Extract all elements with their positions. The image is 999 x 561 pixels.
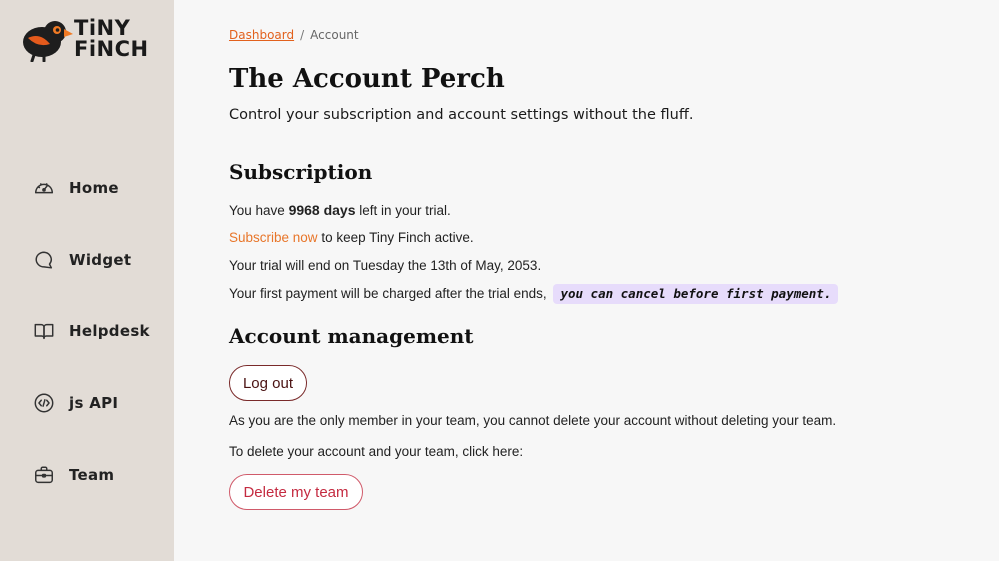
subscription-heading: Subscription — [229, 160, 373, 184]
account-management-heading: Account management — [229, 324, 474, 348]
sidebar-item-home[interactable]: Home — [33, 176, 119, 200]
payment-note: Your first payment will be charged after… — [229, 286, 547, 301]
cancel-highlight-badge: you can cancel before first payment. — [553, 284, 839, 304]
brand-name-line2: FiNCH — [74, 37, 149, 61]
open-book-icon — [34, 323, 54, 340]
breadcrumb-current: Account — [310, 28, 359, 42]
trial-days: 9968 days — [288, 202, 356, 218]
sidebar-item-js-api[interactable]: js API — [33, 391, 118, 415]
trial-end-text: Your trial will end on Tuesday the 13th … — [229, 258, 542, 273]
delete-prompt: To delete your account and your team, cl… — [229, 444, 524, 459]
sidebar-item-label: Widget — [69, 251, 132, 269]
breadcrumb-separator: / — [300, 28, 305, 42]
page-title: The Account Perch — [229, 64, 505, 94]
brand-logo[interactable]: TiNY FiNCH — [20, 16, 160, 64]
only-member-note: As you are the only member in your team,… — [229, 413, 837, 428]
delete-team-button[interactable]: Delete my team — [229, 474, 363, 510]
sidebar-item-label: Home — [69, 179, 119, 197]
payment-text: Your first payment will be charged after… — [229, 284, 839, 304]
breadcrumb: Dashboard / Account — [229, 28, 359, 42]
sidebar-item-label: Helpdesk — [69, 322, 150, 340]
subscribe-now-link[interactable]: Subscribe now — [229, 230, 318, 245]
dashboard-gauge-icon — [35, 183, 53, 194]
subscribe-text: Subscribe now to keep Tiny Finch active. — [229, 230, 474, 245]
chat-bubble-icon — [35, 251, 53, 269]
breadcrumb-link-dashboard[interactable]: Dashboard — [229, 28, 294, 42]
sidebar-item-helpdesk[interactable]: Helpdesk — [33, 319, 150, 343]
page-subtitle: Control your subscription and account se… — [229, 107, 694, 123]
finch-bird-icon — [23, 21, 73, 62]
trial-remaining-text: You have 9968 days left in your trial. — [229, 202, 451, 218]
brand-wordmark: TiNY FiNCH — [74, 18, 149, 60]
sidebar-item-label: js API — [69, 394, 119, 412]
trial-prefix: You have — [229, 203, 289, 218]
logout-button[interactable]: Log out — [229, 365, 307, 401]
sidebar-item-label: Team — [69, 466, 115, 484]
sidebar-item-widget[interactable]: Widget — [33, 248, 131, 272]
trial-suffix: left in your trial. — [355, 203, 451, 218]
brand-name-line1: TiNY — [74, 16, 131, 40]
code-circle-icon — [34, 393, 54, 413]
sidebar-item-team[interactable]: Team — [33, 463, 114, 487]
sidebar: TiNY FiNCH Home Widget Helpdesk js API T… — [0, 0, 174, 561]
subscribe-suffix: to keep Tiny Finch active. — [317, 230, 474, 245]
briefcase-icon — [35, 466, 53, 484]
